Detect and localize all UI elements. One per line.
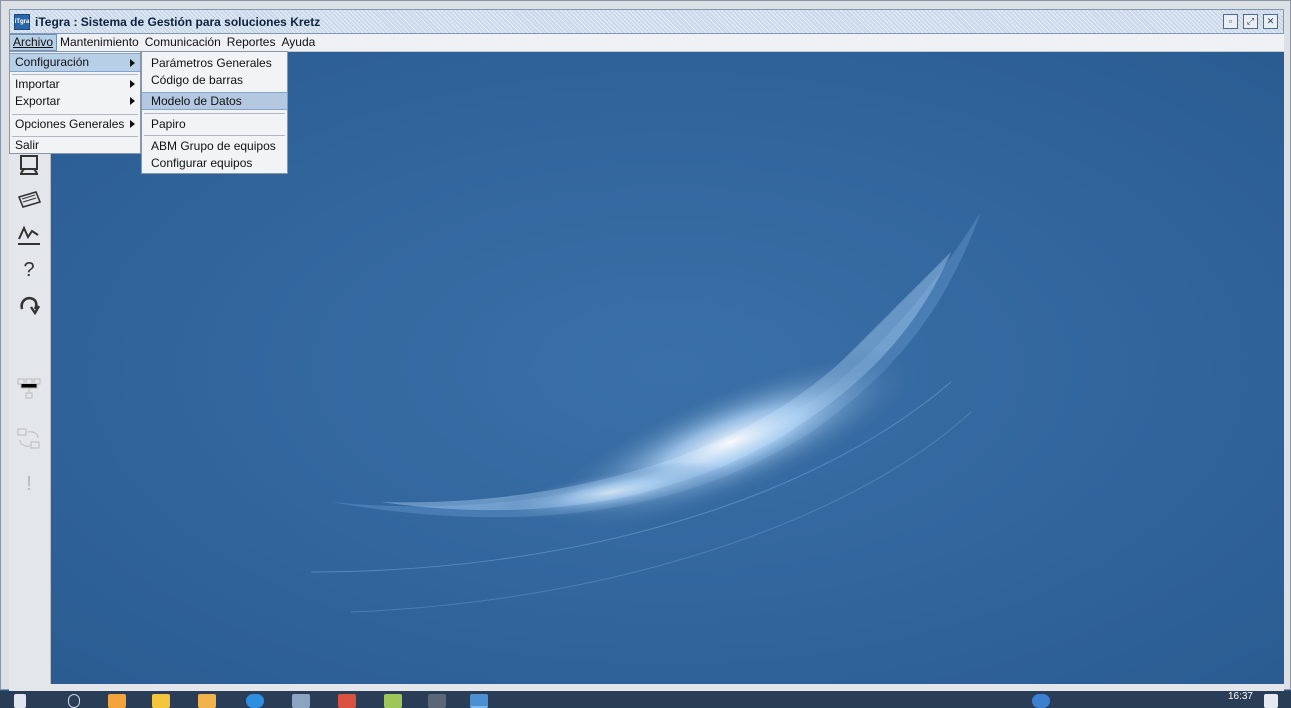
submenu-item-label: ABM Grupo de equipos bbox=[151, 139, 276, 153]
menu-item-exportar[interactable]: Exportar bbox=[10, 92, 140, 111]
submenu-arrow-icon bbox=[130, 59, 135, 67]
warning-glyph: ! bbox=[26, 472, 32, 495]
submenu-arrow-icon bbox=[130, 80, 135, 88]
menu-item-importar-label: Importar bbox=[15, 77, 60, 91]
scale-icon[interactable] bbox=[12, 185, 46, 215]
terminal-icon[interactable] bbox=[428, 694, 446, 708]
app-icon-3[interactable] bbox=[292, 694, 310, 708]
refresh-icon[interactable] bbox=[12, 290, 46, 320]
sync-devices-icon bbox=[12, 424, 46, 454]
menu-item-configuracion[interactable]: Configuración bbox=[10, 53, 140, 72]
menu-reportes-label: Reportes bbox=[226, 35, 276, 49]
submenu-item-label: Configurar equipos bbox=[151, 156, 253, 170]
submenu-item-codigo-de-barras[interactable]: Código de barras bbox=[142, 71, 287, 89]
menu-separator bbox=[144, 113, 285, 114]
menu-item-salir-label: Salir bbox=[15, 138, 40, 152]
submenu-item-abm-grupo-de-equipos[interactable]: ABM Grupo de equipos bbox=[142, 137, 287, 155]
submenu-item-configurar-equipos[interactable]: Configurar equipos bbox=[142, 154, 287, 172]
network-icon bbox=[12, 374, 46, 404]
app-icon-text: iTgra bbox=[14, 18, 30, 25]
window-title: iTegra : Sistema de Gestión para solucio… bbox=[35, 14, 321, 29]
window-controls: ▫ ⤢ ✕ bbox=[1223, 14, 1278, 29]
submenu-arrow-icon bbox=[130, 97, 135, 105]
itegra-taskbar-icon[interactable] bbox=[470, 694, 488, 708]
title-bar[interactable]: iTgra iTegra : Sistema de Gestión para s… bbox=[9, 9, 1284, 34]
search-icon[interactable] bbox=[68, 694, 80, 708]
submenu-item-label: Papiro bbox=[151, 117, 186, 131]
submenu-item-papiro[interactable]: Papiro bbox=[142, 115, 287, 133]
notifications-icon[interactable] bbox=[1264, 694, 1278, 708]
submenu-item-label: Modelo de Datos bbox=[151, 94, 242, 108]
app-icon: iTgra bbox=[14, 13, 30, 30]
menu-bar: Archivo Mantenimiento Comunicación Repor… bbox=[9, 34, 1284, 52]
menu-archivo[interactable]: Archivo bbox=[9, 34, 58, 51]
menu-ayuda-label: Ayuda bbox=[281, 35, 316, 49]
chart-icon[interactable] bbox=[12, 220, 46, 250]
menu-comunicacion[interactable]: Comunicación bbox=[142, 34, 224, 51]
archivo-menu: Configuración Importar Exportar Opciones… bbox=[9, 51, 141, 154]
clock[interactable]: 16:37 bbox=[1228, 691, 1253, 702]
menu-mantenimiento[interactable]: Mantenimiento bbox=[57, 34, 142, 51]
app-icon-4[interactable] bbox=[338, 694, 356, 708]
os-taskbar: 16:37 bbox=[0, 691, 1291, 708]
start-icon[interactable] bbox=[14, 694, 26, 708]
close-icon[interactable]: ✕ bbox=[1263, 14, 1278, 29]
menu-item-exportar-label: Exportar bbox=[15, 94, 61, 108]
app-icon-2[interactable] bbox=[198, 694, 216, 708]
submenu-item-label: Código de barras bbox=[151, 73, 244, 87]
minimize-icon[interactable]: ▫ bbox=[1223, 14, 1238, 29]
submenu-item-modelo-de-datos[interactable]: Modelo de Datos bbox=[142, 92, 287, 110]
menu-item-opciones-generales[interactable]: Opciones Generales bbox=[10, 115, 140, 134]
help-icon[interactable]: ? bbox=[12, 255, 46, 285]
app-icon-5[interactable] bbox=[384, 694, 402, 708]
tray-icon[interactable] bbox=[1032, 694, 1050, 708]
menu-separator bbox=[144, 135, 285, 136]
menu-reportes[interactable]: Reportes bbox=[224, 34, 279, 51]
submenu-item-label: Parámetros Generales bbox=[151, 56, 272, 70]
menu-archivo-label: Archivo bbox=[13, 35, 54, 49]
warning-icon: ! bbox=[12, 469, 46, 499]
menu-item-salir[interactable]: Salir bbox=[10, 136, 140, 155]
submenu-item-parametros-generales[interactable]: Parámetros Generales bbox=[142, 54, 287, 72]
configuracion-submenu: Parámetros Generales Código de barras Mo… bbox=[141, 51, 288, 174]
menu-item-opciones-generales-label: Opciones Generales bbox=[15, 117, 125, 131]
menu-ayuda[interactable]: Ayuda bbox=[278, 34, 318, 51]
maximize-icon[interactable]: ⤢ bbox=[1243, 14, 1258, 29]
menu-mantenimiento-label: Mantenimiento bbox=[60, 35, 139, 49]
menu-comunicacion-label: Comunicación bbox=[144, 35, 221, 49]
folder-icon[interactable] bbox=[152, 694, 170, 708]
browser-icon[interactable] bbox=[246, 694, 264, 708]
firefox-icon[interactable] bbox=[108, 694, 126, 708]
submenu-arrow-icon bbox=[130, 120, 135, 128]
menu-item-configuracion-label: Configuración bbox=[15, 55, 90, 69]
help-glyph: ? bbox=[23, 258, 35, 281]
